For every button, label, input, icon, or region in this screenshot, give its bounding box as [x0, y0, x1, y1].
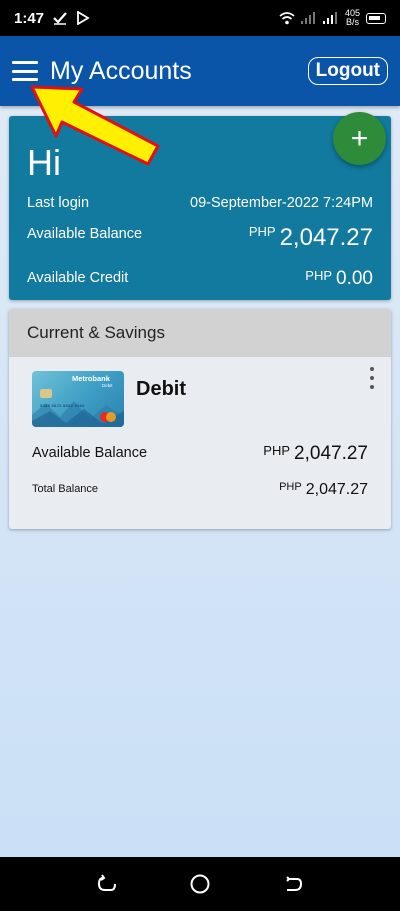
- check-icon: [53, 12, 67, 25]
- last-login-value: 09-September-2022 7:24PM: [190, 195, 373, 211]
- last-login-label: Last login: [27, 195, 90, 211]
- account-available-balance-amount: PHP 2,047.27: [263, 443, 368, 465]
- available-balance-label: Available Balance: [27, 226, 143, 242]
- status-time: 1:47: [14, 9, 45, 27]
- account-total-balance-value: 2,047.27: [305, 481, 368, 498]
- currency-label: PHP: [279, 481, 302, 493]
- card-brand: Metrobank: [72, 374, 110, 383]
- available-balance-amount: PHP 2,047.27: [249, 224, 373, 252]
- kebab-menu-icon[interactable]: [367, 367, 377, 389]
- available-credit-amount: PHP 0.00: [305, 268, 373, 290]
- add-account-button[interactable]: +: [333, 112, 386, 165]
- current-savings-section: Current & Savings Metrobank Debit 5388 6…: [9, 309, 391, 529]
- app-bar: My Accounts Logout: [0, 36, 400, 106]
- account-name[interactable]: Debit: [136, 378, 186, 401]
- system-nav-bar: [0, 857, 400, 911]
- chip-icon: [40, 389, 52, 398]
- available-credit-value: 0.00: [336, 268, 373, 289]
- page-title: My Accounts: [50, 56, 192, 85]
- battery-icon: [366, 12, 386, 24]
- available-balance-value: 2,047.27: [279, 224, 373, 251]
- mastercard-logo-icon: [100, 412, 116, 422]
- currency-label: PHP: [248, 224, 276, 239]
- logout-button[interactable]: Logout: [307, 57, 388, 85]
- account-total-balance-label: Total Balance: [32, 483, 99, 495]
- debit-card-image[interactable]: Metrobank Debit 5388 6623 6852 3360: [32, 371, 124, 427]
- plus-icon: +: [350, 121, 369, 155]
- back-icon[interactable]: [281, 872, 305, 896]
- account-available-balance-label: Available Balance: [32, 445, 148, 461]
- card-subtitle: Debit: [102, 383, 113, 388]
- card-number: 5388 6623 6852 3360: [40, 403, 85, 408]
- available-credit-label: Available Credit: [27, 270, 129, 286]
- hamburger-icon[interactable]: [12, 61, 38, 81]
- greeting: Hi: [27, 142, 61, 183]
- net-speed: 405 B/s: [344, 8, 360, 27]
- signal-icon: [300, 12, 315, 24]
- currency-label: PHP: [263, 443, 291, 458]
- account-total-balance-amount: PHP 2,047.27: [279, 481, 368, 499]
- play-store-icon: [77, 11, 90, 25]
- wifi-icon: [279, 11, 295, 24]
- status-bar: 1:47 405 B/s: [0, 0, 400, 36]
- currency-label: PHP: [305, 268, 333, 283]
- recent-apps-icon[interactable]: [95, 872, 119, 896]
- home-icon[interactable]: [188, 872, 212, 896]
- signal-icon-2: [322, 12, 337, 24]
- section-header: Current & Savings: [9, 309, 391, 357]
- account-available-balance-value: 2,047.27: [294, 443, 368, 464]
